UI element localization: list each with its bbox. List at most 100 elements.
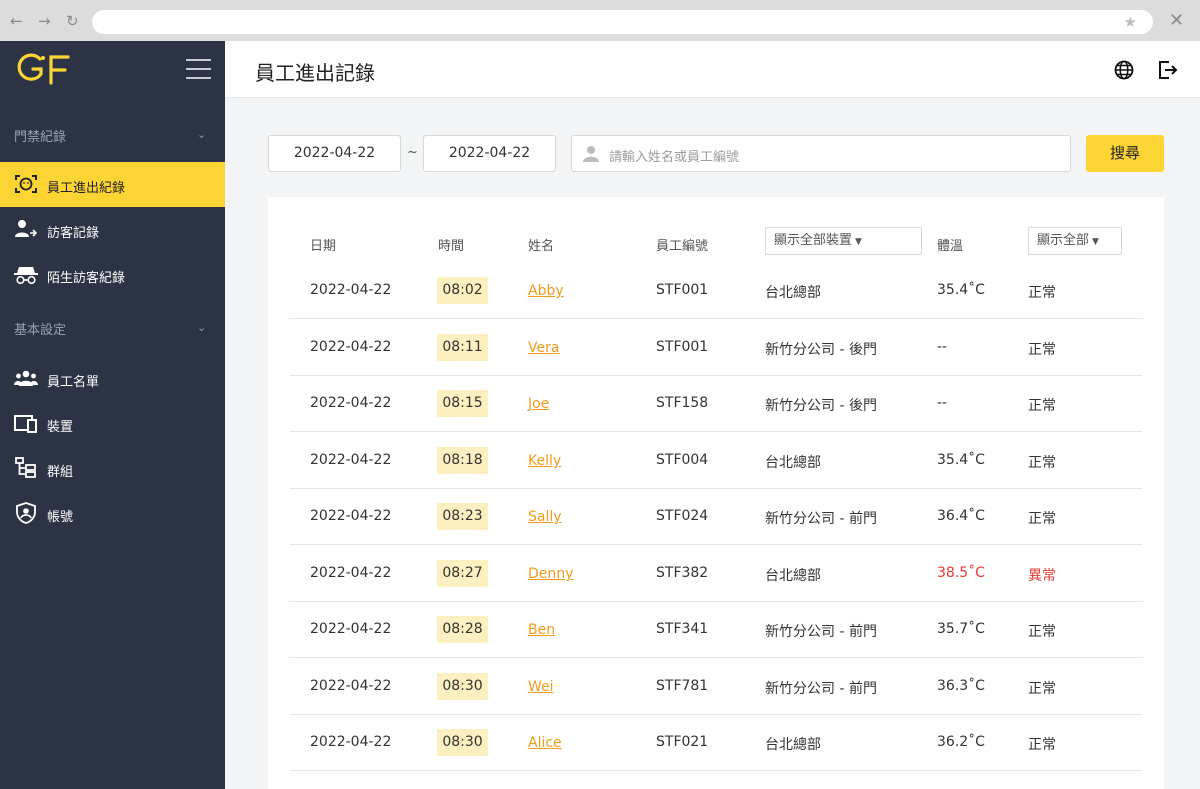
status-filter-select[interactable]: 顯示全部 ▼ [1028,227,1122,255]
row-time-badge: 08:23 [437,503,488,530]
incognito-icon [14,267,38,285]
row-name-link[interactable]: Alice [528,735,562,751]
row-status: 正常 [1028,681,1056,697]
bookmark-star-icon[interactable]: ★ [1124,13,1137,31]
row-device: 台北總部 [765,285,821,301]
globe-icon[interactable] [1114,60,1134,80]
row-name-link[interactable]: Sally [528,509,562,525]
top-bar: 員工進出記錄 [225,41,1200,98]
sidebar-item-employee-records[interactable]: 員工進出紀錄 [0,162,225,207]
row-status: 正常 [1028,624,1056,640]
row-status: 正常 [1028,737,1056,753]
row-temperature: 35.7˚C [937,621,985,637]
row-time-badge: 08:11 [437,334,488,361]
row-time-badge: 08:27 [437,560,488,587]
row-date: 2022-04-22 [310,452,392,468]
row-device: 新竹分公司 - 後門 [765,342,877,358]
date-from-input[interactable]: 2022-04-22 [268,135,401,172]
date-to-input[interactable]: 2022-04-22 [423,135,556,172]
sidebar-item-label: 裝置 [47,420,74,435]
sidebar-item-label: 員工名單 [47,375,100,390]
row-name-link[interactable]: Abby [528,283,564,299]
header-name: 姓名 [528,239,555,254]
forward-arrow-icon[interactable]: → [38,12,51,30]
back-arrow-icon[interactable]: ← [10,12,23,30]
row-employee-id: STF781 [656,678,709,694]
row-divider [290,544,1142,545]
row-date: 2022-04-22 [310,339,392,355]
person-icon [583,146,599,162]
sidebar-item-groups[interactable]: 群組 [0,446,225,491]
row-date: 2022-04-22 [310,395,392,411]
header-temperature: 體溫 [937,239,964,254]
row-date: 2022-04-22 [310,621,392,637]
row-date: 2022-04-22 [310,508,392,524]
devices-icon [14,415,37,433]
header-employee-id: 員工編號 [656,239,709,254]
row-employee-id: STF024 [656,508,709,524]
visitor-icon [15,220,38,237]
sidebar-item-devices[interactable]: 裝置 [0,401,225,446]
row-divider [290,375,1142,376]
section-title-settings[interactable]: 基本設定 [14,319,66,338]
row-device: 新竹分公司 - 前門 [765,681,877,697]
sidebar-item-stranger-records[interactable]: 陌生訪客紀錄 [0,252,225,297]
page-title: 員工進出記錄 [255,61,375,85]
row-status: 正常 [1028,342,1056,358]
row-name-link[interactable]: Ben [528,622,555,638]
sidebar-item-visitor-records[interactable]: 訪客記錄 [0,207,225,252]
row-date: 2022-04-22 [310,734,392,750]
row-status: 異常 [1028,568,1056,584]
device-filter-select[interactable]: 顯示全部裝置 ▼ [765,227,922,255]
row-temperature: 38.5˚C [937,565,985,581]
hierarchy-icon [15,457,36,478]
row-device: 新竹分公司 - 前門 [765,511,877,527]
row-employee-id: STF001 [656,282,709,298]
row-name-link[interactable]: Kelly [528,453,561,469]
section-title-access[interactable]: 門禁紀錄 [14,126,66,145]
row-divider [290,657,1142,658]
search-input[interactable]: 請輸入姓名或員工編號 [571,135,1071,172]
face-scan-icon [15,175,37,193]
row-device: 新竹分公司 - 前門 [765,624,877,640]
row-device: 台北總部 [765,568,821,584]
row-device: 台北總部 [765,737,821,753]
row-temperature: 36.3˚C [937,678,985,694]
search-button[interactable]: 搜尋 [1086,135,1164,172]
sidebar-item-label: 訪客記錄 [47,226,100,241]
close-window-icon[interactable]: ✕ [1169,10,1184,31]
header-date: 日期 [310,239,337,254]
chevron-down-icon[interactable]: ⌄ [197,128,206,141]
row-employee-id: STF001 [656,339,709,355]
sidebar-item-accounts[interactable]: 帳號 [0,491,225,536]
row-time-badge: 08:18 [437,447,488,474]
row-name-link[interactable]: Joe [528,396,549,412]
row-name-link[interactable]: Denny [528,566,573,582]
sidebar-item-label: 陌生訪客紀錄 [47,271,126,286]
sidebar-item-employee-list[interactable]: 員工名單 [0,356,225,401]
menu-toggle-icon[interactable] [186,59,211,81]
row-employee-id: STF004 [656,452,709,468]
row-divider [290,488,1142,489]
row-date: 2022-04-22 [310,678,392,694]
sidebar-item-label: 帳號 [47,510,74,525]
logo-row [0,41,225,98]
device-filter-label: 顯示全部裝置 [774,233,853,248]
row-employee-id: STF382 [656,565,709,581]
reload-icon[interactable]: ↻ [66,12,79,30]
address-bar[interactable]: ★ [92,10,1153,34]
row-name-link[interactable]: Wei [528,679,554,695]
caret-down-icon: ▼ [1092,237,1099,247]
date-separator: ~ [407,145,418,160]
logout-icon[interactable] [1158,60,1178,80]
row-time-badge: 08:30 [437,729,488,756]
row-date: 2022-04-22 [310,565,392,581]
sidebar-item-label: 員工進出紀錄 [47,181,126,196]
row-device: 新竹分公司 - 後門 [765,398,877,414]
row-divider [290,770,1142,771]
header-time: 時間 [438,239,465,254]
chevron-down-icon[interactable]: ⌄ [197,321,206,334]
row-temperature: 35.4˚C [937,452,985,468]
row-name-link[interactable]: Vera [528,340,559,356]
logo [17,53,70,85]
